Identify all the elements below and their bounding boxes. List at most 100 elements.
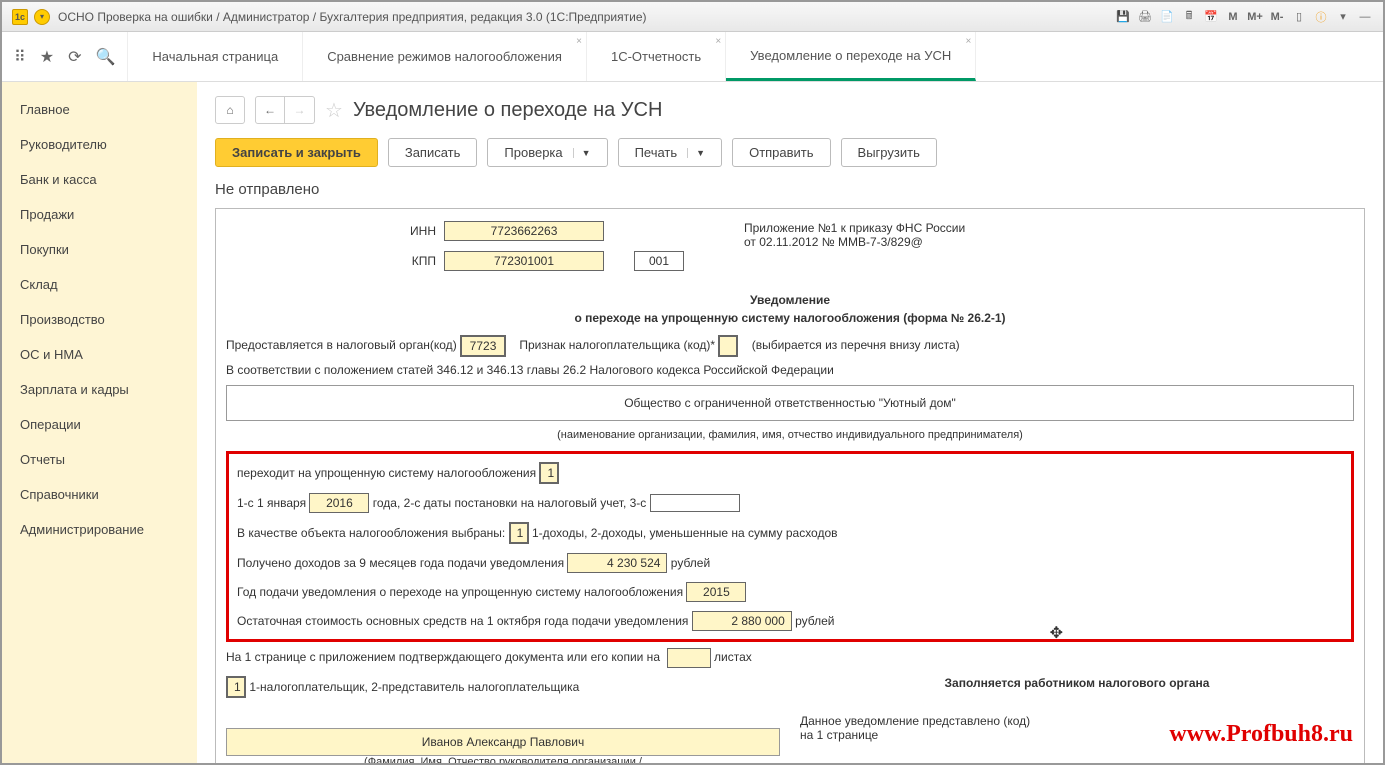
dropdown-icon[interactable]: ▾ xyxy=(34,9,50,25)
sidebar-item-sales[interactable]: Продажи xyxy=(2,197,197,232)
star-icon[interactable]: ★ xyxy=(40,47,54,67)
doc-icon[interactable]: 📄 xyxy=(1159,9,1175,25)
date-suffix: года, 2-с даты постановки на налоговый у… xyxy=(373,496,647,510)
highlight-section: переходит на упрощенную систему налогооб… xyxy=(226,451,1354,642)
sidebar-item-admin[interactable]: Администрирование xyxy=(2,512,197,547)
sidebar-item-operations[interactable]: Операции xyxy=(2,407,197,442)
window-title: ОСНО Проверка на ошибки / Администратор … xyxy=(58,10,1115,24)
info-icon[interactable]: ⓘ xyxy=(1313,9,1329,25)
repr-code-field[interactable]: 1 xyxy=(226,676,246,698)
minimize-icon[interactable]: — xyxy=(1357,9,1373,25)
sidebar-item-assets[interactable]: ОС и НМА xyxy=(2,337,197,372)
save-button[interactable]: Записать xyxy=(388,138,478,167)
object-suffix: 1-доходы, 2-доходы, уменьшенные на сумму… xyxy=(532,526,838,540)
sidebar-item-warehouse[interactable]: Склад xyxy=(2,267,197,302)
status-text: Не отправлено xyxy=(197,181,1383,208)
repr-hint: (Фамилия, Имя, Отчество руководителя орг… xyxy=(226,756,780,763)
more-icon[interactable]: ▾ xyxy=(1335,9,1351,25)
sidebar-item-purchases[interactable]: Покупки xyxy=(2,232,197,267)
sidebar: Главное Руководителю Банк и касса Продаж… xyxy=(2,82,197,763)
toolbar: Записать и закрыть Записать Проверка▼ Пе… xyxy=(197,138,1383,181)
chevron-down-icon[interactable]: ▼ xyxy=(573,148,591,158)
titlebar-tools: 💾 🖨 📄 🖩 📅 M M+ M- ▯ ⓘ ▾ — xyxy=(1115,9,1373,25)
taxpayer-sign-label: Признак налогоплательщика (код)* xyxy=(519,338,715,352)
m-minus-button[interactable]: M- xyxy=(1269,9,1285,25)
object-code-field[interactable]: 1 xyxy=(509,522,529,544)
notif-year-field[interactable]: 2015 xyxy=(686,582,746,602)
m-plus-button[interactable]: M+ xyxy=(1247,9,1263,25)
sidebar-item-main[interactable]: Главное xyxy=(2,92,197,127)
year-field[interactable]: 2016 xyxy=(309,493,369,513)
tab-compare-modes[interactable]: Сравнение режимов налогообложения × xyxy=(303,32,587,81)
calendar-icon[interactable]: 📅 xyxy=(1203,9,1219,25)
option3-field[interactable] xyxy=(650,494,740,512)
tax-office-code-field[interactable]: 7723 xyxy=(460,335,506,357)
kpp-label: КПП xyxy=(396,254,436,268)
switch-code-field[interactable]: 1 xyxy=(539,462,559,484)
calc-icon[interactable]: 🖩 xyxy=(1181,9,1197,25)
back-button[interactable]: ← xyxy=(255,96,285,124)
org-hint: (наименование организации, фамилия, имя,… xyxy=(226,429,1354,441)
submit-label: Предоставляется в налоговый орган(код) xyxy=(226,338,457,352)
switch-label: переходит на упрощенную систему налогооб… xyxy=(237,466,536,480)
chevron-down-icon[interactable]: ▼ xyxy=(687,148,705,158)
form-area: ИНН 7723662263 КПП 772301001 001 Приложе… xyxy=(215,208,1365,763)
tab-label: 1С-Отчетность xyxy=(611,49,701,64)
pages-suffix: листах xyxy=(714,650,752,664)
send-button[interactable]: Отправить xyxy=(732,138,830,167)
income-field[interactable]: 4 230 524 xyxy=(567,553,667,573)
repr-text: 1-налогоплательщик, 2-представитель нало… xyxy=(249,680,579,694)
pages-field[interactable] xyxy=(667,648,711,668)
m-button[interactable]: M xyxy=(1225,9,1241,25)
object-prefix: В качестве объекта налогообложения выбра… xyxy=(237,526,505,540)
titlebar: 1c ▾ ОСНО Проверка на ошибки / Администр… xyxy=(2,2,1383,32)
taxpayer-sign-hint: (выбирается из перечня внизу листа) xyxy=(752,338,960,352)
close-icon[interactable]: × xyxy=(965,36,971,47)
pages-prefix: На 1 странице с приложением подтверждающ… xyxy=(226,650,660,664)
sidebar-item-manager[interactable]: Руководителю xyxy=(2,127,197,162)
sidebar-item-reports[interactable]: Отчеты xyxy=(2,442,197,477)
search-icon[interactable]: 🔍 xyxy=(95,47,115,67)
kpp-field[interactable]: 772301001 xyxy=(444,251,604,271)
page-title: Уведомление о переходе на УСН xyxy=(353,99,662,122)
org-name-box[interactable]: Общество с ограниченной ответственностью… xyxy=(226,385,1354,421)
sidebar-item-catalogs[interactable]: Справочники xyxy=(2,477,197,512)
tab-label: Уведомление о переходе на УСН xyxy=(750,48,951,63)
close-icon[interactable]: × xyxy=(715,36,721,47)
content-header: ⌂ ← → ☆ Уведомление о переходе на УСН xyxy=(197,82,1383,138)
sidebar-item-salary[interactable]: Зарплата и кадры xyxy=(2,372,197,407)
tab-usn-notification[interactable]: Уведомление о переходе на УСН × xyxy=(726,32,976,81)
favorite-icon[interactable]: ☆ xyxy=(325,98,343,123)
tab-label: Сравнение режимов налогообложения xyxy=(327,49,562,64)
taxpayer-sign-field[interactable] xyxy=(718,335,738,357)
notif-year-prefix: Год подачи уведомления о переходе на упр… xyxy=(237,585,683,599)
save-close-button[interactable]: Записать и закрыть xyxy=(215,138,378,167)
close-icon[interactable]: × xyxy=(576,36,582,47)
doc-title: Уведомление xyxy=(226,293,1354,307)
print-icon[interactable]: 🖨 xyxy=(1137,9,1153,25)
inn-field[interactable]: 7723662263 xyxy=(444,221,604,241)
appendix-info: Приложение №1 к приказу ФНС России от 02… xyxy=(744,221,965,277)
repr-name-field[interactable]: Иванов Александр Павлович xyxy=(226,728,780,756)
history-icon[interactable]: ⟳ xyxy=(68,47,81,67)
inn-label: ИНН xyxy=(396,224,436,238)
panel-icon[interactable]: ▯ xyxy=(1291,9,1307,25)
forward-button[interactable]: → xyxy=(285,96,315,124)
tabs-row: ⠿ ★ ⟳ 🔍 Начальная страница Сравнение реж… xyxy=(2,32,1383,82)
app-icon: 1c xyxy=(12,9,28,25)
income-suffix: рублей xyxy=(671,556,710,570)
sidebar-item-production[interactable]: Производство xyxy=(2,302,197,337)
save-icon[interactable]: 💾 xyxy=(1115,9,1131,25)
tab-start-page[interactable]: Начальная страница xyxy=(128,32,303,81)
sidebar-item-bank[interactable]: Банк и касса xyxy=(2,162,197,197)
home-button[interactable]: ⌂ xyxy=(215,96,245,124)
check-button[interactable]: Проверка▼ xyxy=(487,138,607,167)
export-button[interactable]: Выгрузить xyxy=(841,138,937,167)
print-button[interactable]: Печать▼ xyxy=(618,138,723,167)
residual-field[interactable]: 2 880 000 xyxy=(692,611,792,631)
residual-suffix: рублей xyxy=(795,614,834,628)
accordance-text: В соответствии с положением статей 346.1… xyxy=(226,363,1354,377)
apps-icon[interactable]: ⠿ xyxy=(14,47,26,67)
tab-1c-reporting[interactable]: 1С-Отчетность × xyxy=(587,32,726,81)
doc-subtitle: о переходе на упрощенную систему налогоо… xyxy=(226,311,1354,325)
